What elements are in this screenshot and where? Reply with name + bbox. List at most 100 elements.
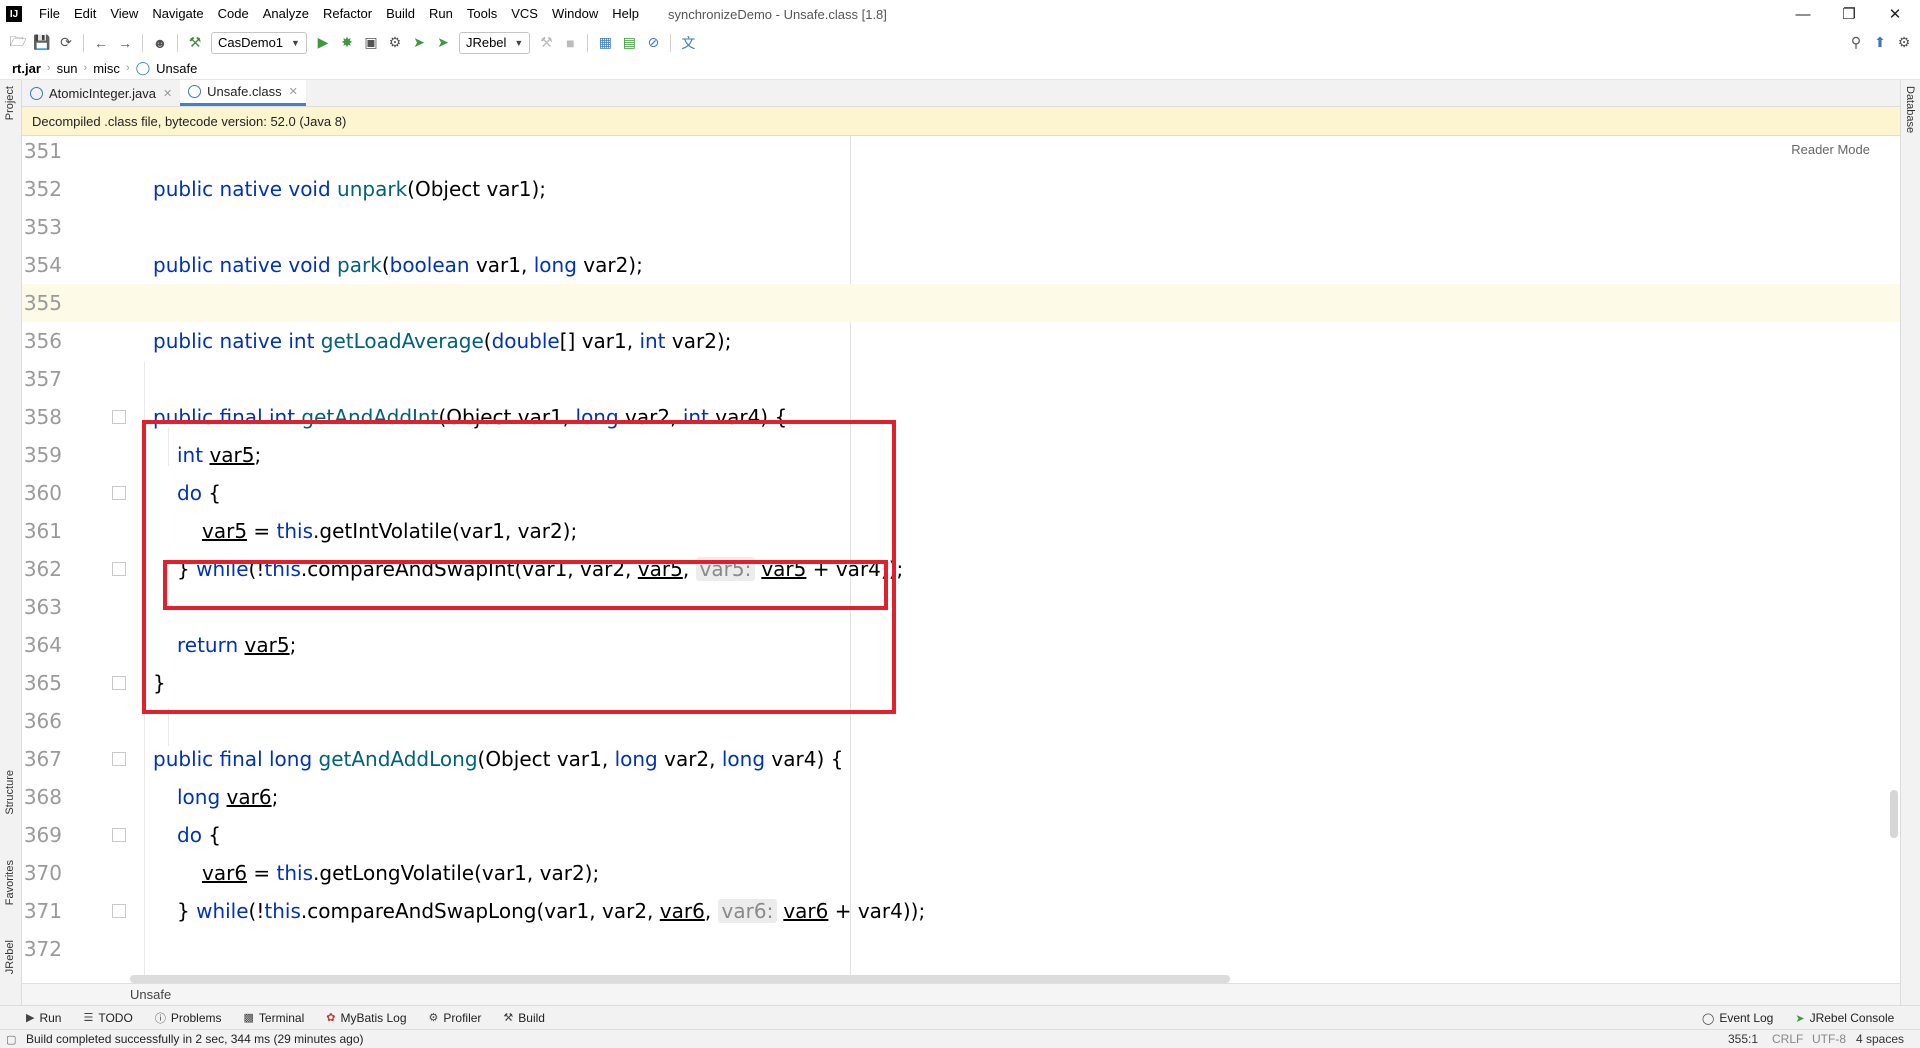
tool-todo[interactable]: ☰ TODO [83, 1011, 132, 1025]
coverage-icon[interactable]: ▣ [359, 31, 383, 55]
structure-tool-button[interactable]: Structure [4, 770, 16, 815]
tool-mybatis-log[interactable]: ✿ MyBatis Log [326, 1011, 406, 1025]
tool-jrebel-console[interactable]: ➤ JRebel Console [1795, 1011, 1894, 1025]
breadcrumb-item-sun[interactable]: sun [57, 61, 78, 76]
translate-icon[interactable]: 文 [676, 31, 700, 55]
debug-icon[interactable]: ✸ [335, 31, 359, 55]
tool-profiler[interactable]: ⚙ Profiler [429, 1011, 482, 1025]
menu-edit[interactable]: Edit [67, 0, 103, 28]
forward-arrow-icon[interactable]: → [113, 31, 137, 55]
menu-file[interactable]: File [32, 0, 67, 28]
sync-icon[interactable]: ⟳ [54, 31, 78, 55]
update-icon[interactable]: ⬆ [1868, 30, 1892, 54]
line-separator[interactable]: CRLF [1772, 1030, 1803, 1048]
chevron-down-icon: ▼ [514, 37, 524, 48]
horizontal-scrollbar[interactable] [130, 975, 1230, 983]
window-toggle-icon[interactable]: ▢ [6, 1033, 16, 1046]
file-encoding[interactable]: UTF-8 [1812, 1030, 1846, 1048]
project-structure-icon[interactable]: ▦ [593, 31, 617, 55]
tool-event-log[interactable]: ◯ Event Log [1702, 1011, 1773, 1025]
save-all-icon[interactable]: 💾 [30, 31, 54, 55]
menu-help[interactable]: Help [605, 0, 646, 28]
build-hammer-icon[interactable]: ⚒ [183, 31, 207, 55]
line-number: 358 [23, 405, 62, 429]
close-tab-icon[interactable]: ✕ [163, 87, 172, 100]
menu-analyze[interactable]: Analyze [256, 0, 316, 28]
menu-refactor[interactable]: Refactor [316, 0, 379, 28]
jrebel-tool-button[interactable]: JRebel [4, 940, 16, 974]
database-tool-button[interactable]: Database [1904, 86, 1916, 133]
parameter-hint: var6: [717, 899, 778, 923]
status-message[interactable]: Build completed successfully in 2 sec, 3… [0, 1032, 364, 1046]
no-entry-icon[interactable]: ⊘ [641, 31, 665, 55]
menu-navigate[interactable]: Navigate [145, 0, 210, 28]
run-icon[interactable]: ▶ [311, 31, 335, 55]
menu-code[interactable]: Code [211, 0, 256, 28]
line-number: 352 [23, 177, 62, 201]
project-tool-button[interactable]: Project [4, 86, 16, 120]
hammer-disabled-icon[interactable]: ⚒ [534, 31, 558, 55]
breadcrumb-item-unsafe[interactable]: Unsafe [156, 61, 197, 76]
fold-marker-icon[interactable] [112, 828, 126, 842]
menu-vcs[interactable]: VCS [504, 0, 545, 28]
menu-view[interactable]: View [103, 0, 145, 28]
search-icon[interactable]: ⚲ [1844, 30, 1868, 54]
minimize-icon[interactable]: — [1780, 0, 1826, 28]
tool-run[interactable]: ▶ Run [26, 1011, 61, 1025]
profile-icon[interactable]: ⚙ [383, 31, 407, 55]
code-line: 372 [22, 930, 1900, 968]
vertical-scrollbar[interactable] [1890, 790, 1898, 838]
fold-marker-icon[interactable] [112, 752, 126, 766]
chart-icon[interactable]: ▤ [617, 31, 641, 55]
close-window-icon[interactable]: ✕ [1872, 0, 1918, 28]
caret-position[interactable]: 355:1 [1728, 1030, 1758, 1048]
code-line: 369 do { [22, 816, 1900, 854]
indent-setting[interactable]: 4 spaces [1856, 1030, 1904, 1048]
breadcrumb-item-misc[interactable]: misc [93, 61, 120, 76]
fold-marker-icon[interactable] [112, 904, 126, 918]
speech-bubble-icon: ◯ [1702, 1012, 1715, 1025]
menu-bar: IJ File Edit View Navigate Code Analyze … [0, 0, 1920, 28]
code-text: public native void park(boolean var1, lo… [153, 253, 643, 277]
fold-marker-icon[interactable] [112, 410, 126, 424]
tab-atomicinteger[interactable]: AtomicInteger.java ✕ [22, 80, 180, 106]
jrebel-select[interactable]: JRebel ▼ [458, 31, 531, 54]
breadcrumb-separator-icon: › [46, 62, 51, 74]
tool-terminal[interactable]: ▩ Terminal [244, 1011, 305, 1025]
line-number: 363 [23, 595, 62, 619]
menu-tools[interactable]: Tools [460, 0, 504, 28]
decompiled-banner: Decompiled .class file, bytecode version… [22, 107, 1900, 136]
open-folder-icon[interactable]: 🗁 [6, 31, 30, 55]
fold-marker-icon[interactable] [112, 562, 126, 576]
intellij-logo-icon: IJ [6, 6, 22, 22]
menu-build[interactable]: Build [379, 0, 422, 28]
line-number: 353 [23, 215, 62, 239]
run-config-label: CasDemo1 [218, 35, 284, 50]
code-line: 367 public final long getAndAddLong(Obje… [22, 740, 1900, 778]
code-editor[interactable]: Reader Mode 351 352 public native void u… [22, 136, 1900, 976]
close-tab-icon[interactable]: ✕ [289, 85, 298, 98]
code-line: 357 [22, 360, 1900, 398]
fold-marker-icon[interactable] [112, 676, 126, 690]
jrebel-update-icon[interactable]: ➤ [407, 31, 431, 55]
stop-icon[interactable]: ■ [558, 31, 582, 55]
settings-icon[interactable]: ⚙ [1892, 30, 1916, 54]
menu-run[interactable]: Run [422, 0, 460, 28]
code-text: public final long getAndAddLong(Object v… [153, 747, 844, 771]
tool-build[interactable]: ⚒ Build [503, 1011, 545, 1025]
tab-unsafe[interactable]: Unsafe.class ✕ [180, 80, 306, 106]
menu-window[interactable]: Window [545, 0, 605, 28]
tool-label: Run [39, 1010, 62, 1025]
tool-problems[interactable]: ⓘ Problems [155, 1010, 222, 1026]
code-breadcrumb[interactable]: Unsafe [22, 983, 1900, 1005]
toolbar-divider [177, 33, 178, 52]
run-config-select[interactable]: CasDemo1 ▼ [211, 31, 307, 54]
breadcrumb-item-rt-jar[interactable]: rt.jar [12, 61, 41, 76]
restore-icon[interactable]: ❐ [1826, 0, 1872, 28]
back-arrow-icon[interactable]: ← [89, 31, 113, 55]
user-icon[interactable]: ☻ [148, 31, 172, 55]
fold-marker-icon[interactable] [112, 486, 126, 500]
favorites-tool-button[interactable]: Favorites [4, 860, 16, 905]
jrebel-debug-icon[interactable]: ➤ [431, 31, 455, 55]
line-number: 370 [23, 861, 62, 885]
